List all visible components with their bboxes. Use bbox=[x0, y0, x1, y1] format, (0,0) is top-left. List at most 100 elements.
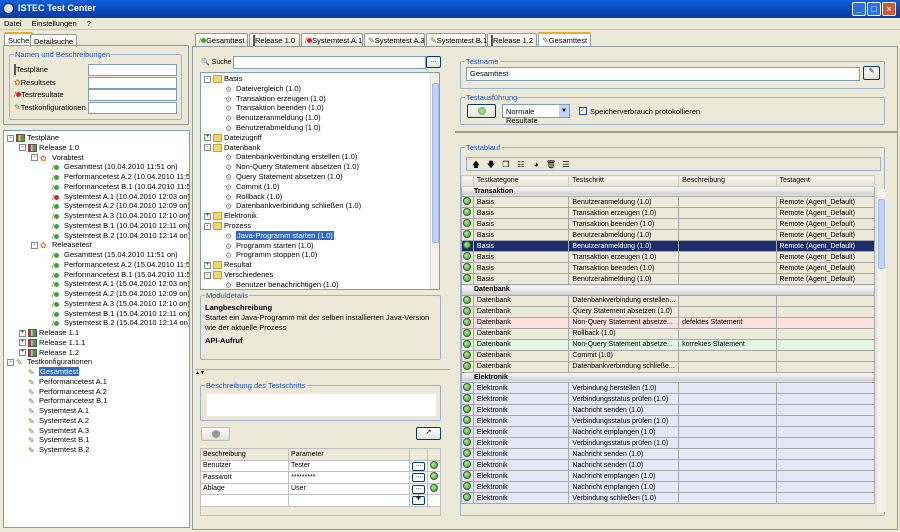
table-row[interactable]: Basis Benutzerabmeldung (1.0) Remote (Agen… bbox=[461, 273, 875, 286]
table-row[interactable]: Datenbank Non-Query Statement absetze... d… bbox=[461, 316, 875, 329]
expand-icon[interactable]: + bbox=[204, 134, 211, 142]
search-field-input[interactable] bbox=[88, 101, 177, 114]
testname-input[interactable]: Gesamttest bbox=[466, 67, 860, 81]
tree-node[interactable]: / Systemtest B.2 (15.04.2010 12:14 on) bbox=[43, 318, 189, 328]
tree-node[interactable]: / Systemtest B.1 (15.04.2010 12:11 on) bbox=[43, 309, 189, 319]
result-mode-select[interactable]: Normale Resultate ▼ bbox=[502, 104, 570, 125]
document-tab[interactable]: ✎Gesamttest bbox=[538, 32, 591, 46]
table-row[interactable]: Basis Benutzeranmeldung (1.0) Remote (Agen… bbox=[461, 240, 875, 253]
tree-node[interactable]: - ✿ Releasetest bbox=[31, 240, 92, 250]
param-value[interactable]: User bbox=[288, 482, 410, 495]
tree-node[interactable]: - ✿ Vorabtest bbox=[31, 153, 84, 163]
tree-node[interactable]: - ✎ Testkonfigurationen bbox=[7, 357, 92, 367]
tree-node[interactable]: / Systemtest A.2 (15.04.2010 12:09 on) bbox=[43, 289, 189, 299]
tree-node[interactable]: ⚙ Programm starten (1.0) bbox=[216, 241, 314, 251]
document-tab[interactable]: Release 1.0 bbox=[249, 33, 300, 46]
collapse-icon[interactable]: - bbox=[204, 75, 211, 83]
record-button[interactable] bbox=[201, 427, 230, 441]
menu-help[interactable]: ? bbox=[87, 19, 91, 28]
collapse-icon[interactable]: - bbox=[31, 154, 38, 162]
tree-node[interactable]: ⚙ Rollback (1.0) bbox=[216, 192, 282, 202]
memory-checkbox[interactable]: ✓ bbox=[579, 107, 587, 115]
tree-node[interactable]: ✎ Performancetest A.2 bbox=[19, 387, 107, 397]
table-row[interactable]: Elektronik Verbindungsstatus prüfen (1.0) bbox=[461, 437, 875, 450]
table-row[interactable]: Elektronik Verbindungsstatus prüfen (1.0) bbox=[461, 393, 875, 406]
expand-icon[interactable]: + bbox=[19, 329, 26, 337]
add-param-button[interactable]: ✚ bbox=[412, 496, 425, 506]
maximize-button[interactable]: □ bbox=[867, 2, 881, 16]
table-row[interactable]: Elektronik Nachricht senden (1.0) bbox=[461, 404, 875, 417]
tree-node[interactable]: ⚙ Benutzeranmeldung (1.0) bbox=[216, 113, 321, 123]
table-row[interactable]: Basis Transaktion erzeugen (1.0) Remote (A… bbox=[461, 207, 875, 220]
tree-node[interactable]: ✎ Performancetest B.1 bbox=[19, 396, 107, 406]
parameter-row[interactable]: Passwort *********... bbox=[200, 471, 441, 484]
menu-einstellungen[interactable]: Einstellungen bbox=[32, 19, 77, 28]
tree-node[interactable]: - Verschiedenes bbox=[204, 270, 273, 280]
move-down-icon[interactable]: 🡇 bbox=[485, 159, 497, 173]
col-header[interactable]: Testkategorie bbox=[472, 175, 570, 187]
minimize-button[interactable]: _ bbox=[852, 2, 866, 16]
tree-node[interactable]: / Systemtest A.2 (10.04.2010 12:09 on) bbox=[43, 201, 189, 211]
chevron-down-icon[interactable]: ▼ bbox=[559, 105, 569, 117]
search-field-input[interactable] bbox=[88, 64, 177, 76]
tree-node[interactable]: / Systemtest A.1 (15.04.2010 12:03 on) bbox=[43, 279, 189, 289]
document-tab[interactable]: / Gesamttest bbox=[195, 33, 248, 46]
col-header[interactable]: Beschreibung bbox=[678, 175, 777, 187]
collapse-icon[interactable]: - bbox=[7, 358, 14, 366]
module-tree[interactable]: - Basis ⚙ Dateivergleich (1.0) ⚙ Transaktion … bbox=[200, 72, 440, 290]
tree-node[interactable]: /Performancetest A.2 (15.04.2010 11:53 o… bbox=[43, 260, 189, 270]
collapse-icon[interactable]: - bbox=[7, 134, 14, 142]
expand-icon[interactable]: + bbox=[19, 339, 26, 347]
param-value[interactable]: ********* bbox=[288, 471, 410, 484]
table-row[interactable]: Datenbank Commit (1.0) bbox=[461, 349, 875, 362]
tree-node[interactable]: ⚙ Java-Programm starten (1.0) bbox=[216, 230, 334, 241]
tree-node[interactable]: / Systemtest B.2 (10.04.2010 12:14 on) bbox=[43, 231, 189, 241]
collapse-icon[interactable]: - bbox=[19, 144, 26, 152]
tree-node[interactable]: / Systemtest B.1 (10.04.2010 12:11 on) bbox=[43, 221, 189, 231]
delete-icon[interactable]: 🗑 bbox=[545, 160, 557, 169]
tree-node[interactable]: + Elektronik bbox=[204, 211, 257, 221]
expand-icon[interactable]: + bbox=[19, 349, 26, 357]
tree-node[interactable]: ✎ Systemtest A.1 bbox=[19, 406, 89, 416]
copy-icon[interactable]: ❐ bbox=[500, 160, 512, 169]
table-row[interactable]: Basis Transaktion erzeugen (1.0) Remote (A… bbox=[461, 251, 875, 264]
module-tree-scrollbar[interactable] bbox=[430, 73, 439, 289]
tree-node[interactable]: /Performancetest B.1 (15.04.2010 11:59 o… bbox=[43, 270, 189, 280]
search-field-input[interactable] bbox=[88, 76, 177, 89]
tree-node[interactable]: ⚙ Commit (1.0) bbox=[216, 182, 279, 192]
parameter-row[interactable]: Ablage User... bbox=[200, 482, 441, 495]
table-row[interactable]: Datenbank Rollback (1.0) bbox=[461, 327, 875, 340]
tree-node[interactable]: ✎ Gesamttest bbox=[19, 367, 80, 377]
tree-node[interactable]: ⚙ Benutzerabmeldung (1.0) bbox=[216, 123, 321, 133]
document-tab[interactable]: / Systemtest A.1 bbox=[301, 33, 363, 46]
search-field-input[interactable] bbox=[88, 89, 177, 101]
tree-node[interactable]: ⚙ Query Statement absetzen (1.0) bbox=[216, 172, 343, 182]
table-row[interactable]: Elektronik Nachricht empfangen (1.0) bbox=[461, 481, 875, 494]
menu-datei[interactable]: Datei bbox=[4, 19, 22, 28]
tree-node[interactable]: / Systemtest A.1 (10.04.2010 12:03 on) bbox=[43, 192, 189, 202]
group-row[interactable]: Datenbank bbox=[461, 284, 875, 296]
table-icon[interactable]: ☰ bbox=[560, 160, 572, 169]
tree-node[interactable]: - Datenbank bbox=[204, 143, 260, 153]
tree-node[interactable]: + Release 1.1 bbox=[19, 328, 79, 338]
document-tab[interactable]: ✎Systemtest A.3 bbox=[364, 33, 425, 46]
tree-node[interactable]: / Gesamttest (15.04.2010 11:51 on) bbox=[43, 250, 178, 260]
tree-node[interactable]: ⚙ Dateivergleich (1.0) bbox=[216, 84, 301, 94]
tree-node[interactable]: - Prozess bbox=[204, 221, 251, 231]
move-up-icon[interactable]: 🡅 bbox=[470, 159, 482, 173]
table-row[interactable]: Datenbank Datenbankverbindung schließe... bbox=[461, 360, 875, 373]
table-row[interactable]: Elektronik Nachricht senden (1.0) bbox=[461, 459, 875, 472]
edit-name-button[interactable]: ✎ bbox=[863, 66, 880, 80]
expand-icon[interactable]: + bbox=[204, 212, 211, 220]
tree-node[interactable]: ⚙ Datenbankverbindung erstellen (1.0) bbox=[216, 152, 357, 162]
tree-node[interactable]: + Resultat bbox=[204, 260, 252, 270]
collapse-icon[interactable]: - bbox=[204, 144, 211, 152]
palette-icon[interactable]: ◕ bbox=[530, 160, 542, 169]
tree-node[interactable]: ⚙ Benutzer benachrichtigen (1.0) bbox=[216, 280, 339, 289]
param-browse-button[interactable]: ... bbox=[412, 461, 425, 471]
splitter[interactable]: ▲▼ bbox=[195, 369, 450, 376]
table-row[interactable]: Datenbank Non-Query Statement absetze... k… bbox=[461, 338, 875, 351]
properties-icon[interactable]: ☷ bbox=[515, 160, 527, 169]
tree-node[interactable]: / Gesamttest (10.04.2010 11:51 on) bbox=[43, 162, 178, 172]
table-row[interactable]: Elektronik Verbindung schließen (1.0) bbox=[461, 492, 875, 505]
